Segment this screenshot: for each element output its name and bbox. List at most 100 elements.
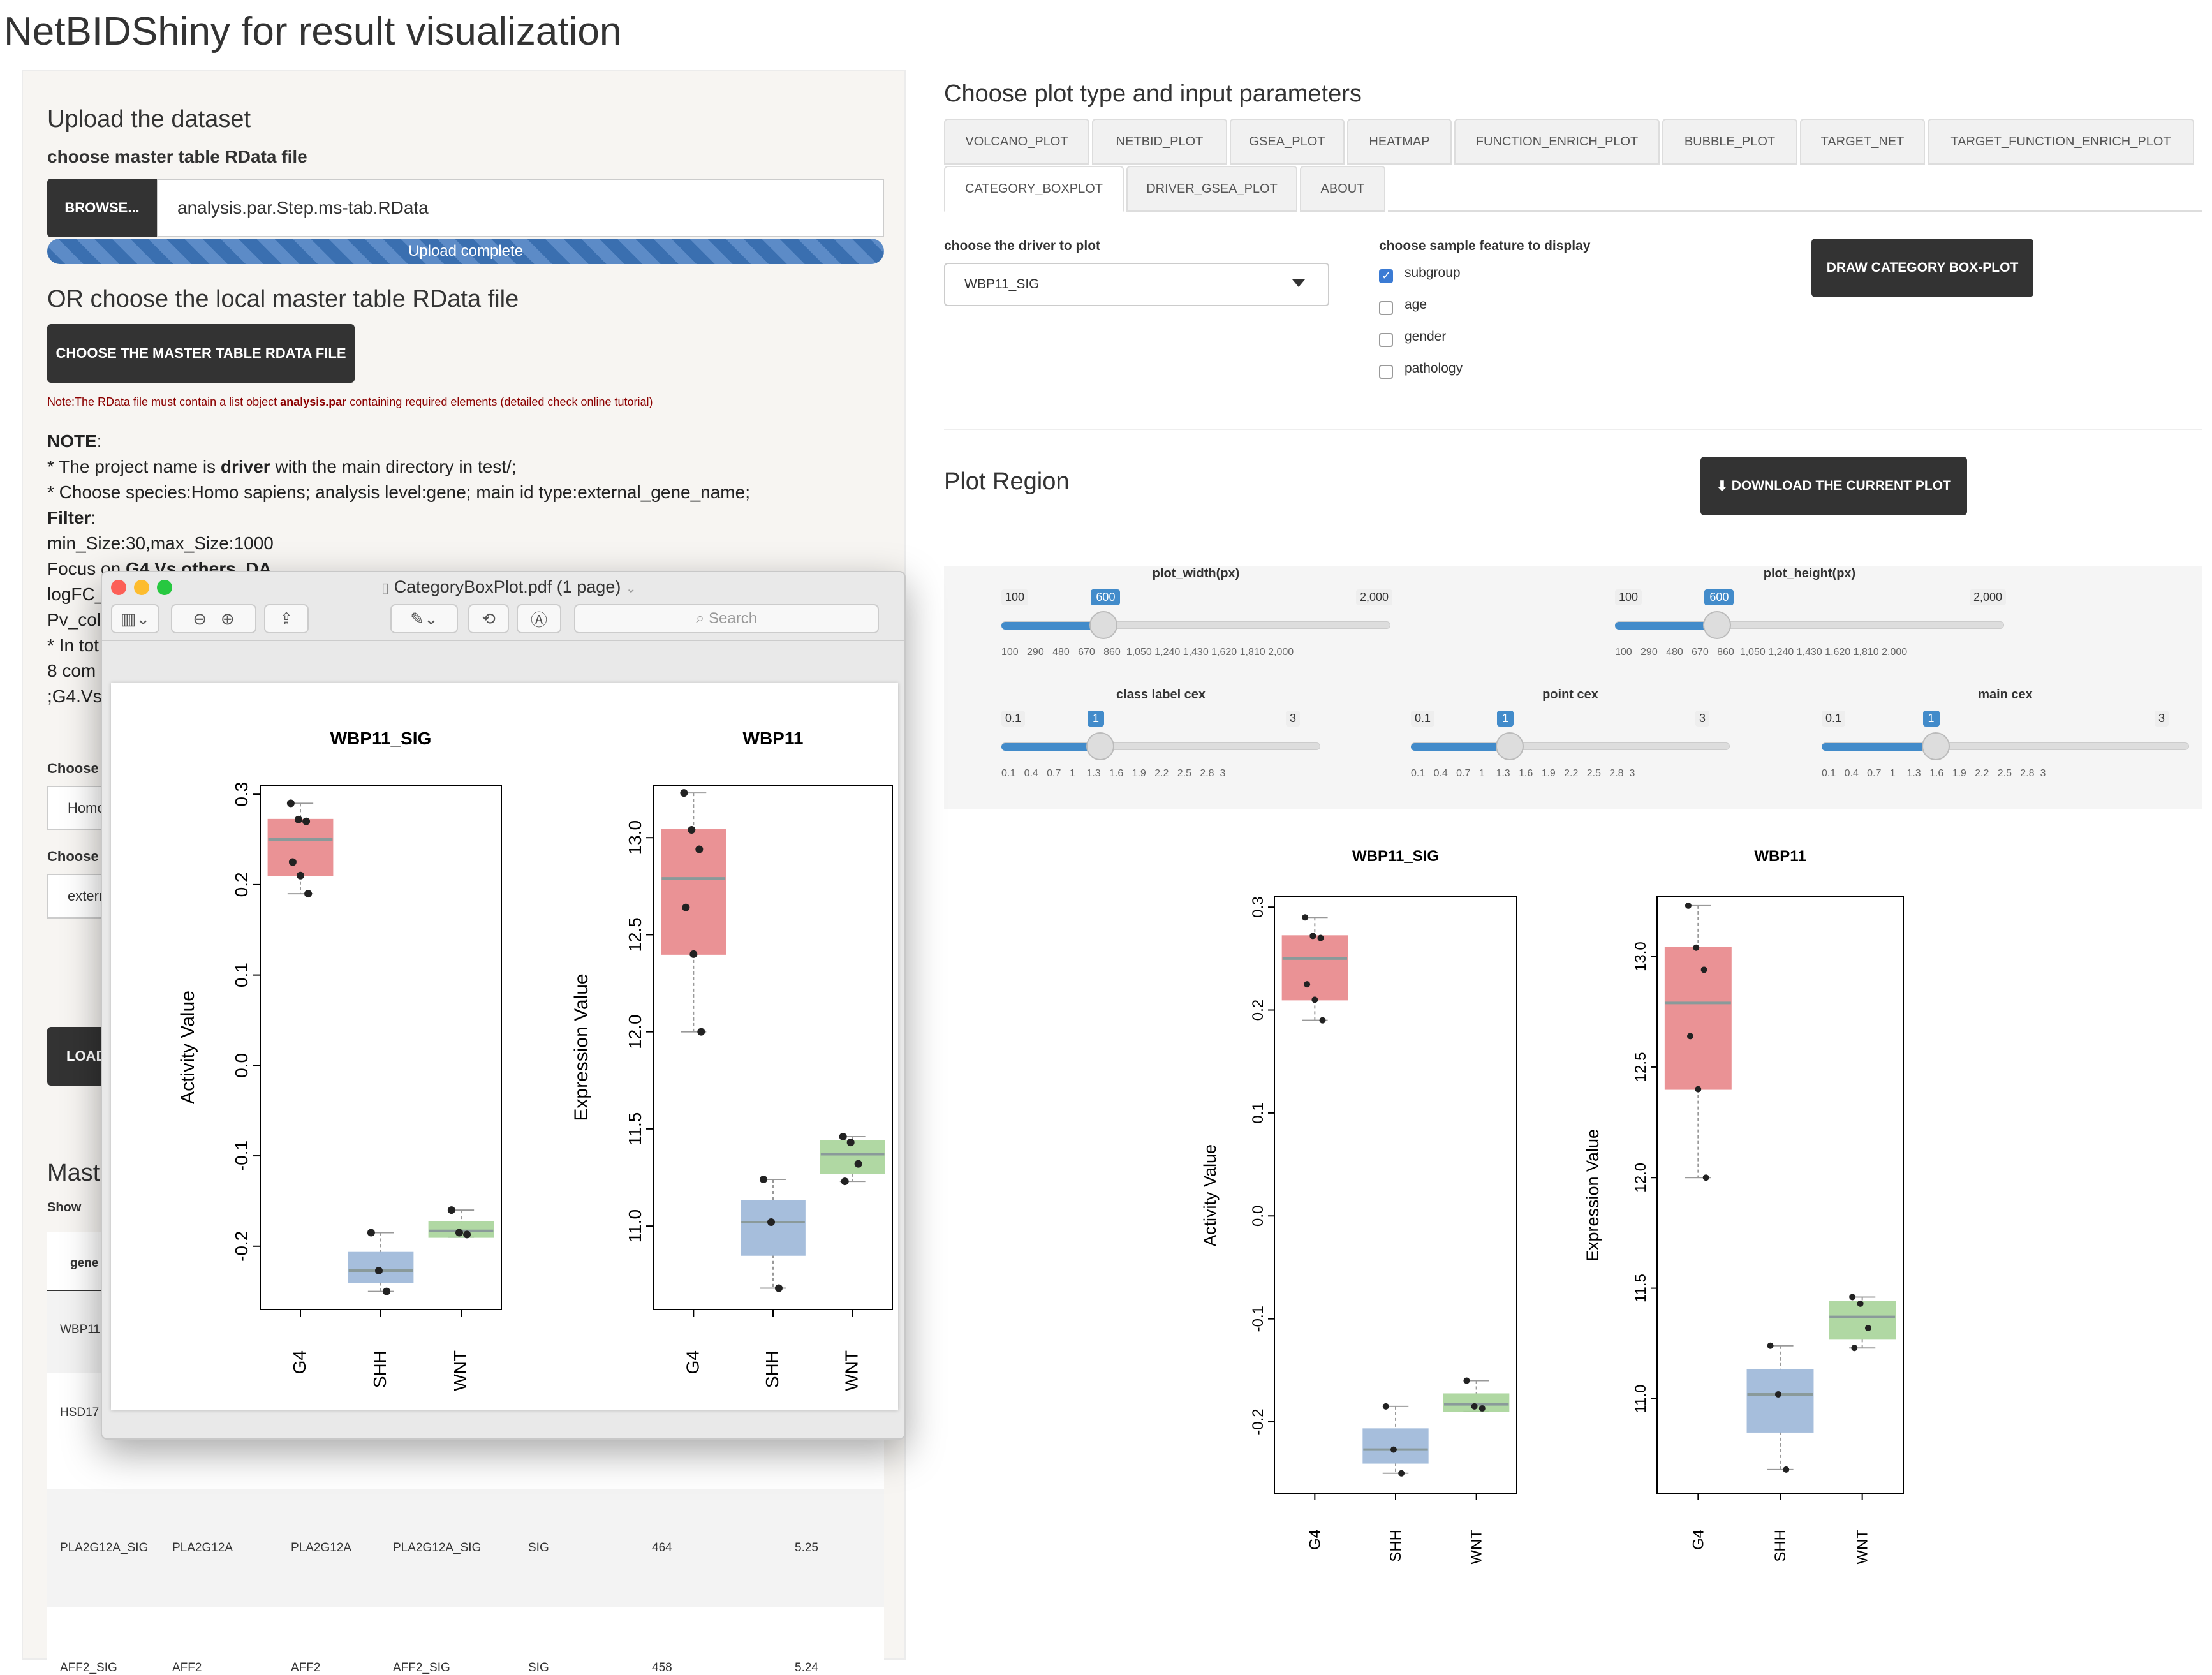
y-tick-label: 13.0 xyxy=(625,820,645,855)
download-label: DOWNLOAD THE CURRENT PLOT xyxy=(1731,478,1951,493)
data-point xyxy=(1398,1470,1405,1477)
slider-min: 0.1 xyxy=(1001,711,1026,727)
tab-about[interactable]: ABOUT xyxy=(1300,166,1385,212)
slider-min: 0.1 xyxy=(1822,711,1846,727)
data-point xyxy=(839,1133,847,1141)
slider-handle[interactable] xyxy=(1086,732,1114,760)
y-tick-label: 11.5 xyxy=(1632,1274,1649,1302)
share-icon[interactable]: ⇪ xyxy=(264,604,309,633)
y-tick-label: 11.0 xyxy=(625,1209,645,1243)
slider-min: 100 xyxy=(1001,589,1029,605)
table-cell: AFF2 xyxy=(172,1661,202,1674)
y-tick-label: -0.1 xyxy=(1250,1306,1267,1332)
slider-value: 600 xyxy=(1704,589,1734,605)
tab-bubble-plot[interactable]: BUBBLE_PLOT xyxy=(1662,119,1797,165)
zoom-in-icon[interactable]: ⊕ xyxy=(221,609,235,629)
data-point xyxy=(297,871,304,880)
table-cell: PLA2G12A xyxy=(172,1541,233,1554)
box xyxy=(1281,935,1348,1001)
draw-category-boxplot-button[interactable]: DRAW CATEGORY BOX-PLOT xyxy=(1811,239,2033,297)
rotate-icon[interactable]: ⟲ xyxy=(468,604,509,633)
table-cell: 5.24 xyxy=(795,1661,818,1674)
chart-title: WBP11 xyxy=(1754,848,1806,865)
data-point xyxy=(695,845,704,853)
data-point xyxy=(304,890,313,898)
slider-fill xyxy=(1822,743,1936,751)
tab-netbid-plot[interactable]: NETBID_PLOT xyxy=(1092,119,1227,165)
slider-fill xyxy=(1411,743,1510,751)
pdf-search-input[interactable]: ⌕ Search xyxy=(574,604,879,633)
slider-label: plot_height(px) xyxy=(1763,566,1856,580)
data-point xyxy=(1686,1033,1693,1040)
tab-driver-gsea-plot[interactable]: DRIVER_GSEA_PLOT xyxy=(1126,166,1297,212)
tab-target-function-enrich-plot[interactable]: TARGET_FUNCTION_ENRICH_PLOT xyxy=(1928,119,2194,165)
sidebar-toggle-icon[interactable]: ▥⌄ xyxy=(111,604,159,633)
box xyxy=(1829,1301,1896,1340)
slider-handle[interactable] xyxy=(1496,732,1524,760)
table-cell: 464 xyxy=(652,1541,672,1554)
browse-button[interactable]: BROWSE... xyxy=(47,179,157,237)
feature-label: choose sample feature to display xyxy=(1379,239,1591,253)
y-axis-label: Activity Value xyxy=(1200,1144,1220,1246)
x-tick-label: SHH xyxy=(370,1350,390,1388)
data-point xyxy=(1849,1294,1856,1301)
id-type-label: Choose xyxy=(47,848,99,864)
box xyxy=(1664,947,1732,1090)
checkbox-pathology[interactable] xyxy=(1379,365,1393,379)
checkbox-label-age: age xyxy=(1405,297,1427,312)
slider-fill xyxy=(1615,622,1718,630)
x-tick-label: WNT xyxy=(1468,1530,1486,1565)
tab-category-boxplot[interactable]: CATEGORY_BOXPLOT xyxy=(944,166,1124,212)
checkbox-label-pathology: pathology xyxy=(1405,361,1463,376)
tab-heatmap[interactable]: HEATMAP xyxy=(1347,119,1452,165)
box xyxy=(741,1200,806,1256)
data-point xyxy=(1390,1446,1397,1453)
box xyxy=(1746,1369,1814,1433)
data-point xyxy=(286,799,295,808)
zoom-window-icon[interactable] xyxy=(157,580,172,595)
y-tick-label: 0.3 xyxy=(1250,896,1267,917)
y-tick-label: 11.5 xyxy=(625,1112,645,1146)
checkbox-label-subgroup: subgroup xyxy=(1405,265,1461,280)
data-point xyxy=(1774,1391,1781,1398)
table-cell: HSD17 xyxy=(60,1406,100,1419)
tab-volcano-plot[interactable]: VOLCANO_PLOT xyxy=(944,119,1089,165)
checkbox-label-gender: gender xyxy=(1405,329,1447,344)
y-tick-label: 0.1 xyxy=(1250,1102,1267,1123)
data-point xyxy=(760,1176,768,1184)
data-point xyxy=(767,1218,776,1226)
minimize-window-icon[interactable] xyxy=(134,580,149,595)
x-tick-label: WNT xyxy=(1854,1530,1871,1565)
progress-text: Upload complete xyxy=(408,242,524,260)
zoom-out-icon[interactable]: ⊖ xyxy=(193,609,207,629)
x-tick-label: G4 xyxy=(1690,1530,1707,1550)
data-point xyxy=(1783,1466,1790,1473)
slider-handle[interactable] xyxy=(1921,732,1950,760)
choose-master-table-button[interactable]: CHOOSE THE MASTER TABLE RDATA FILE xyxy=(47,324,355,383)
driver-select-value: WBP11_SIG xyxy=(964,277,1040,291)
y-tick-label: 12.5 xyxy=(625,917,645,952)
data-point xyxy=(846,1139,855,1147)
slider-min: 100 xyxy=(1615,589,1642,605)
checkbox-subgroup[interactable] xyxy=(1379,269,1393,283)
x-tick-label: G4 xyxy=(1306,1530,1324,1550)
checkbox-gender[interactable] xyxy=(1379,333,1393,347)
slider-ticks: 0.1 0.4 0.7 1 1.3 1.6 1.9 2.2 2.5 2.8 3 xyxy=(1822,768,2046,779)
data-point xyxy=(383,1287,391,1295)
pdf-preview-window: ▯ CategoryBoxPlot.pdf (1 page) ⌄ ▥⌄ ⊖ ⊕ … xyxy=(101,571,906,1440)
checkbox-age[interactable] xyxy=(1379,301,1393,315)
col-header-gene: gene xyxy=(70,1257,99,1270)
tab-function-enrich-plot[interactable]: FUNCTION_ENRICH_PLOT xyxy=(1454,119,1660,165)
close-window-icon[interactable] xyxy=(111,580,126,595)
driver-select[interactable]: WBP11_SIG xyxy=(944,263,1329,306)
table-cell: WBP11 xyxy=(60,1323,101,1336)
tab-target-net[interactable]: TARGET_NET xyxy=(1800,119,1925,165)
x-tick-label: SHH xyxy=(762,1350,782,1388)
download-plot-button[interactable]: ⬇ DOWNLOAD THE CURRENT PLOT xyxy=(1700,457,1967,515)
slider-fill xyxy=(1001,622,1104,630)
pdf-page: WBP11_SIG -0.2 -0.1 0.0 0.1 0.2 0.3 Activity Va… xyxy=(111,683,898,1410)
data-point xyxy=(1304,981,1311,988)
tab-gsea-plot[interactable]: GSEA_PLOT xyxy=(1230,119,1345,165)
annotate-icon[interactable]: Ⓐ xyxy=(517,604,561,633)
markup-pen-icon[interactable]: ✎⌄ xyxy=(390,604,458,633)
